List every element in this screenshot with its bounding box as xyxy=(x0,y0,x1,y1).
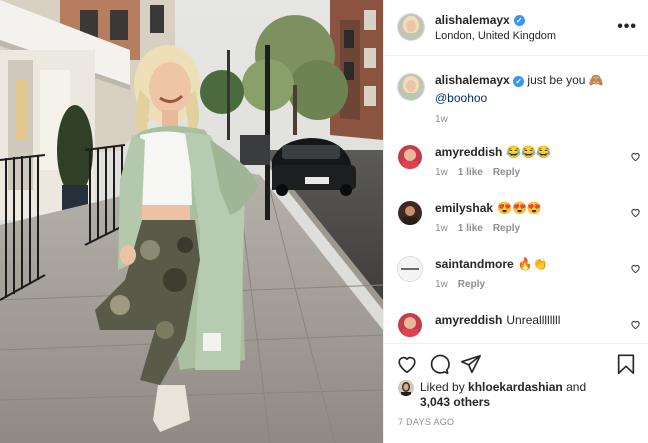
liker-username[interactable]: khloekardashian xyxy=(468,380,563,394)
caption-text: just be you 🙈 xyxy=(527,73,604,87)
verified-badge-icon: ✓ xyxy=(513,14,525,26)
post-caption: alishalemayx ✓ just be you 🙈 @boohoo xyxy=(435,71,635,107)
comment-text: 🔥👏 xyxy=(517,257,548,271)
comment-likes[interactable]: 1 like xyxy=(458,167,483,178)
author-username[interactable]: alishalemayx ✓ xyxy=(435,13,525,27)
caption-username[interactable]: alishalemayx xyxy=(435,73,510,87)
author-username-text[interactable]: alishalemayx xyxy=(435,13,510,27)
more-options-icon[interactable]: ••• xyxy=(617,18,637,36)
commenter-avatar[interactable] xyxy=(398,145,422,169)
comment-like-heart-icon[interactable] xyxy=(630,319,641,330)
comment-time: 1w xyxy=(435,223,448,234)
comment-likes[interactable]: 1 like xyxy=(458,223,483,234)
comment-body: saintandmore 🔥👏 xyxy=(435,257,548,271)
comment-body: emilyshak 😍😍😍 xyxy=(435,201,542,215)
comment-username[interactable]: emilyshak xyxy=(435,201,493,215)
post-sidebar: alishalemayx ✓ London, United Kingdom ••… xyxy=(383,0,648,443)
caption-time: 1w xyxy=(435,114,448,125)
comment-like-heart-icon[interactable] xyxy=(630,151,641,162)
likes-conjunction: and xyxy=(566,380,587,394)
commenter-avatar[interactable] xyxy=(398,201,422,225)
post-photo[interactable] xyxy=(0,0,383,443)
share-icon[interactable] xyxy=(460,353,482,375)
caption-mention[interactable]: @boohoo xyxy=(435,91,487,105)
comment-username[interactable]: amyreddish xyxy=(435,145,502,159)
post-actions: Liked by khloekardashian and 3,043 other… xyxy=(384,343,648,443)
comment-body: amyreddish 😂😂😂 xyxy=(435,145,551,159)
comment-item: saintandmore 🔥👏 1w Reply xyxy=(384,257,648,307)
comment-like-heart-icon[interactable] xyxy=(630,263,641,274)
comment-text: Unreallllllll xyxy=(506,313,561,327)
caption-avatar[interactable] xyxy=(398,74,424,100)
comment-meta: 1w Reply xyxy=(435,279,485,290)
comment-meta: 1w 1 like Reply xyxy=(435,223,520,234)
street-photo-illustration xyxy=(0,0,383,443)
heart-icon[interactable] xyxy=(396,353,418,375)
comment-item: amyreddish 😂😂😂 1w 1 like Reply xyxy=(384,145,648,195)
bookmark-icon[interactable] xyxy=(615,353,637,375)
comment-time: 1w xyxy=(435,167,448,178)
comment-item: emilyshak 😍😍😍 1w 1 like Reply xyxy=(384,201,648,251)
reply-button[interactable]: Reply xyxy=(458,279,485,290)
comments-list: alishalemayx ✓ just be you 🙈 @boohoo 1w … xyxy=(384,57,648,343)
instagram-post: alishalemayx ✓ London, United Kingdom ••… xyxy=(0,0,648,443)
reply-button[interactable]: Reply xyxy=(493,223,520,234)
liker-avatar[interactable] xyxy=(398,380,414,396)
likes-text: Liked by khloekardashian and 3,043 other… xyxy=(420,380,586,410)
likes-summary: Liked by khloekardashian and 3,043 other… xyxy=(398,380,586,410)
post-header: alishalemayx ✓ London, United Kingdom ••… xyxy=(384,0,648,56)
comment-username[interactable]: saintandmore xyxy=(435,257,514,271)
likes-others[interactable]: 3,043 others xyxy=(420,395,490,409)
comment-body: amyreddish Unreallllllll xyxy=(435,313,560,327)
comment-text: 😂😂😂 xyxy=(506,145,552,159)
comment-item: amyreddish Unreallllllll xyxy=(384,313,648,343)
commenter-avatar[interactable] xyxy=(398,257,422,281)
verified-badge-icon: ✓ xyxy=(513,76,525,87)
tree-far xyxy=(200,70,244,114)
comment-like-heart-icon[interactable] xyxy=(630,207,641,218)
comment-text: 😍😍😍 xyxy=(497,201,542,215)
commenter-avatar[interactable] xyxy=(398,313,422,337)
comment-time: 1w xyxy=(435,279,448,290)
reply-button[interactable]: Reply xyxy=(493,167,520,178)
comment-icon[interactable] xyxy=(428,353,450,375)
author-avatar[interactable] xyxy=(398,14,424,40)
lamp-post xyxy=(265,45,270,220)
post-timestamp: 7 DAYS AGO xyxy=(398,417,455,427)
comment-meta: 1w 1 like Reply xyxy=(435,167,520,178)
post-location[interactable]: London, United Kingdom xyxy=(435,30,556,42)
comment-username[interactable]: amyreddish xyxy=(435,313,502,327)
likes-prefix: Liked by xyxy=(420,380,465,394)
